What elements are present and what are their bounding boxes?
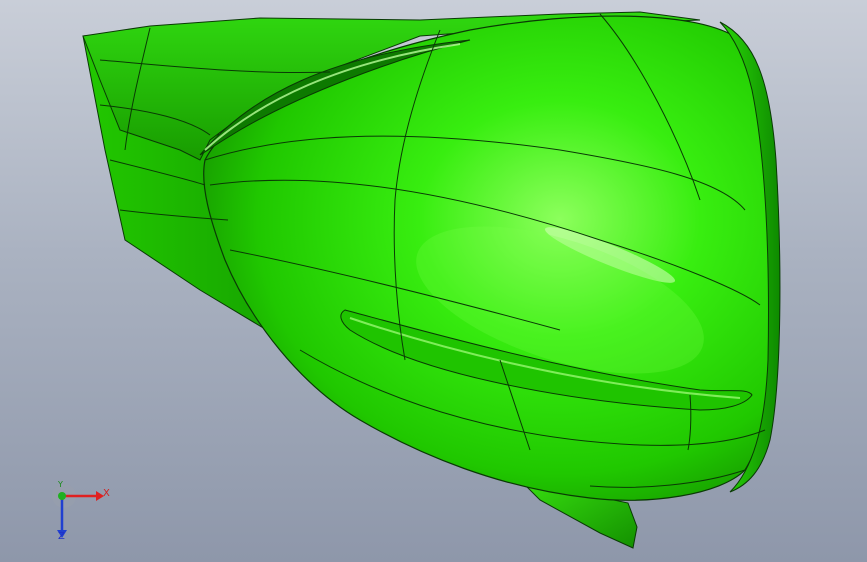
- model-body[interactable]: [0, 0, 867, 562]
- y-axis-label: Y: [58, 480, 63, 489]
- coordinate-triad: X Y Z: [48, 480, 118, 544]
- z-axis-label: Z: [58, 531, 65, 542]
- x-axis-label: X: [103, 488, 110, 499]
- graphics-viewport[interactable]: X Y Z: [0, 0, 867, 562]
